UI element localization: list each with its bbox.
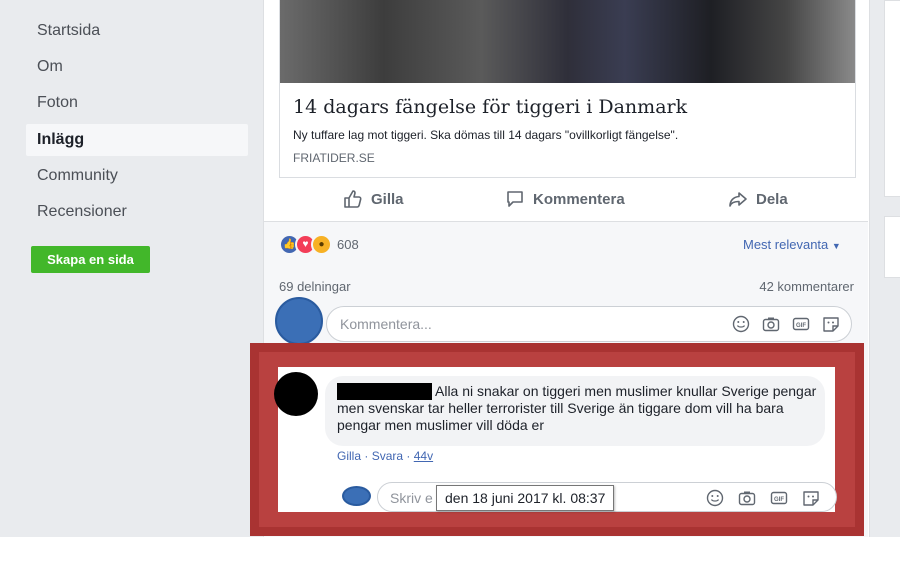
page-sidebar: Startsida Om Foton Inlägg Community Rece…: [0, 0, 262, 290]
sidebar-item-inlagg[interactable]: Inlägg: [26, 124, 248, 156]
sort-label: Mest relevanta: [743, 237, 829, 252]
sidebar-item-label: Foton: [37, 94, 78, 111]
sidebar-item-foton[interactable]: Foton: [26, 87, 248, 119]
thumbs-up-icon: [343, 189, 363, 209]
camera-icon[interactable]: [737, 488, 757, 508]
right-card: [884, 216, 900, 278]
reply-placeholder: Skriv e: [390, 490, 433, 506]
comment-actions: Gilla · Svara · 44v: [337, 449, 433, 463]
reply-avatar[interactable]: [342, 486, 371, 506]
reactions-summary[interactable]: 👍 ♥ ● 608: [279, 234, 359, 255]
link-preview[interactable]: 14 dagars fängelse för tiggeri i Danmark…: [279, 0, 856, 178]
sidebar-item-label: Om: [37, 58, 63, 75]
link-preview-source: FRIATIDER.SE: [293, 151, 375, 165]
sidebar-item-recensioner[interactable]: Recensioner: [26, 196, 248, 228]
sidebar-item-label: Recensioner: [37, 203, 127, 220]
separator: ·: [364, 449, 372, 463]
camera-icon[interactable]: [761, 314, 781, 334]
wow-reaction-icon: ●: [311, 234, 332, 255]
like-button[interactable]: Gilla: [343, 180, 404, 218]
sticker-icon[interactable]: [801, 488, 821, 508]
comment-sort-dropdown[interactable]: Mest relevanta ▼: [743, 237, 841, 252]
link-preview-title[interactable]: 14 dagars fängelse för tiggeri i Danmark: [293, 96, 687, 118]
reply-tools: GIF: [705, 488, 821, 508]
post-actions: Gilla Kommentera Dela: [279, 180, 854, 218]
comment-timestamp[interactable]: 44v: [414, 449, 433, 463]
emoji-icon[interactable]: [705, 488, 725, 508]
caret-down-icon: ▼: [831, 241, 841, 251]
comment-button[interactable]: Kommentera: [505, 180, 625, 218]
like-label: Gilla: [371, 190, 404, 208]
reaction-count: 608: [337, 237, 359, 252]
comments-count[interactable]: 42 kommentarer: [759, 279, 854, 294]
comment-input[interactable]: Kommentera... GIF: [326, 306, 852, 342]
comment-like-link[interactable]: Gilla: [337, 449, 361, 463]
link-preview-image[interactable]: [280, 0, 855, 83]
comment-text: Alla ni snakar on tiggeri men muslimer k…: [337, 383, 817, 433]
sidebar-item-label: Startsida: [37, 22, 101, 39]
speech-bubble-icon: [505, 189, 525, 209]
avatar[interactable]: [275, 297, 323, 345]
shares-count[interactable]: 69 delningar: [279, 279, 351, 294]
commenter-avatar[interactable]: [274, 372, 318, 416]
sidebar-item-label: Inlägg: [37, 131, 85, 148]
link-preview-description: Ny tuffare lag mot tiggeri. Ska dömas ti…: [293, 128, 679, 142]
gif-icon[interactable]: GIF: [769, 488, 789, 508]
sticker-icon[interactable]: [821, 314, 841, 334]
sidebar-item-startsida[interactable]: Startsida: [26, 15, 248, 47]
svg-text:GIF: GIF: [774, 497, 784, 503]
share-button[interactable]: Dela: [728, 180, 788, 218]
sidebar-item-label: Community: [37, 167, 118, 184]
comment-reply-link[interactable]: Svara: [372, 449, 403, 463]
share-arrow-icon: [728, 189, 748, 209]
right-card: [884, 0, 900, 197]
emoji-icon[interactable]: [731, 314, 751, 334]
gif-icon[interactable]: GIF: [791, 314, 811, 334]
share-label: Dela: [756, 190, 788, 208]
comment-label: Kommentera: [533, 190, 625, 208]
svg-text:GIF: GIF: [796, 323, 806, 329]
separator: ·: [406, 449, 414, 463]
right-column: [884, 0, 900, 340]
comment-placeholder: Kommentera...: [340, 316, 432, 332]
create-page-button[interactable]: Skapa en sida: [31, 246, 150, 273]
timestamp-tooltip: den 18 juni 2017 kl. 08:37: [436, 485, 615, 511]
sidebar-item-community[interactable]: Community: [26, 160, 248, 192]
sidebar-item-om[interactable]: Om: [26, 51, 248, 83]
comment-tools: GIF: [731, 314, 841, 334]
